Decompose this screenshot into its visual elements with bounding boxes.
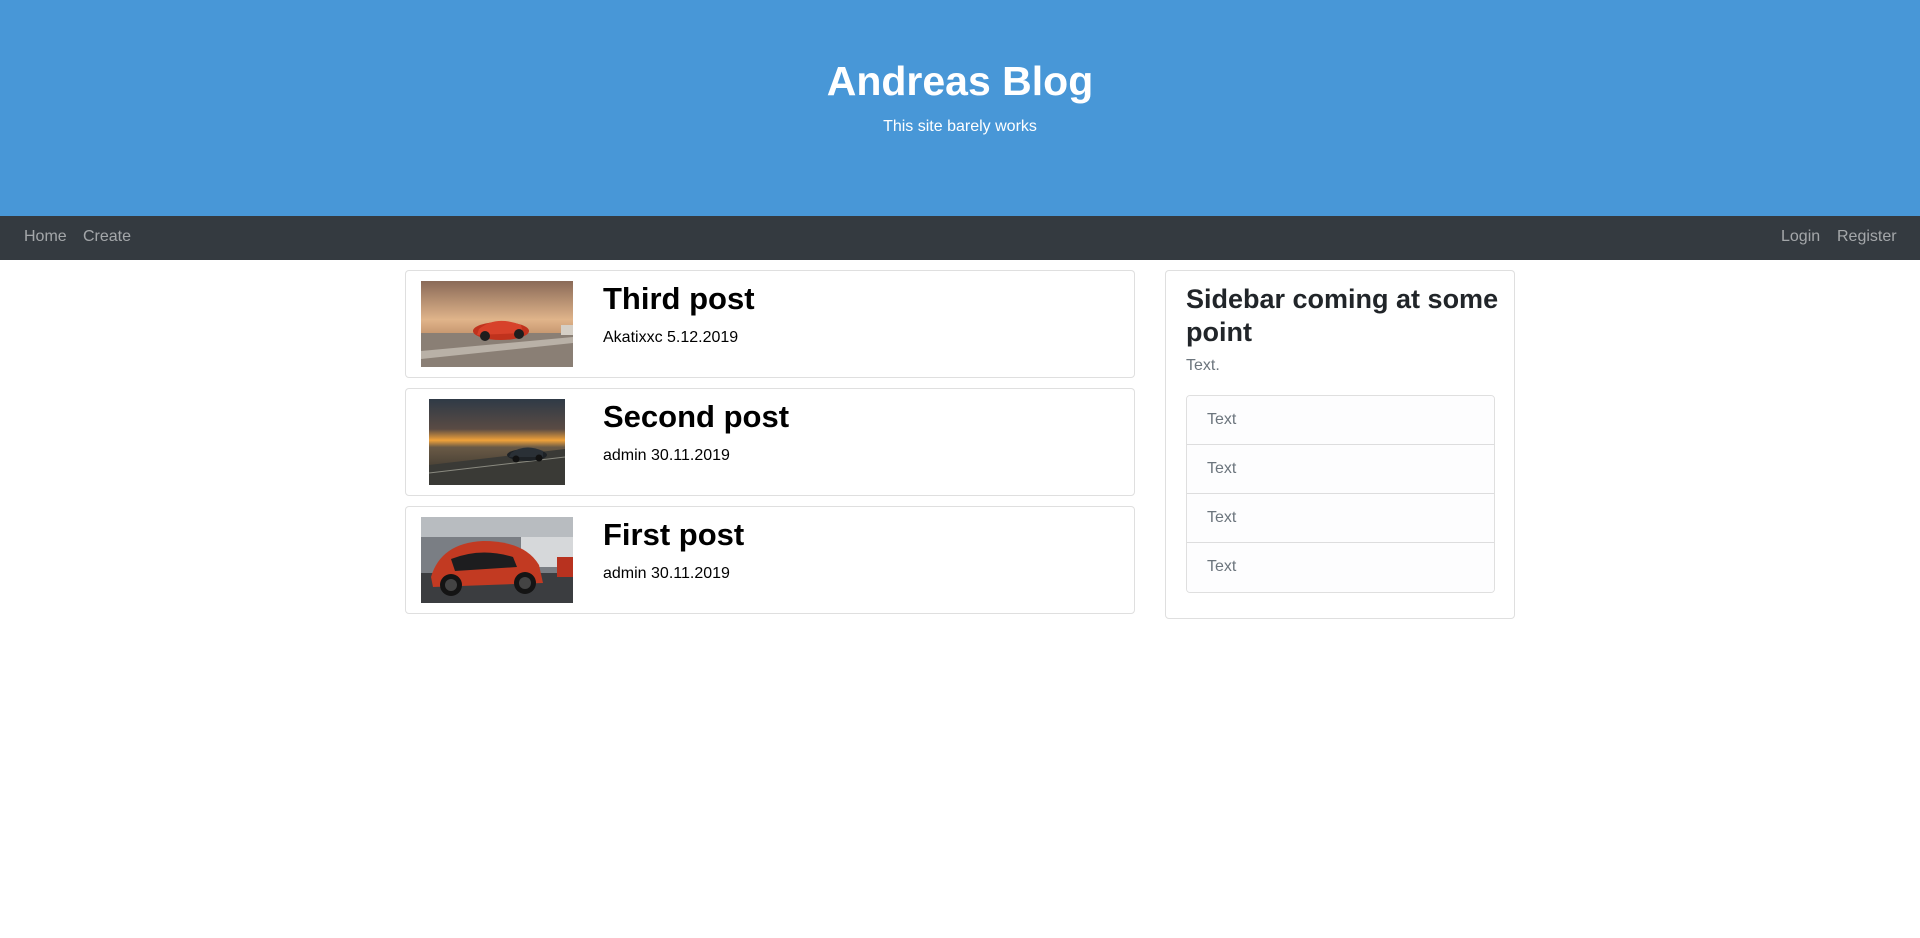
post-card-third[interactable]: Third post Akatixxc 5.12.2019 xyxy=(405,270,1135,378)
sidebar-text: Text. xyxy=(1186,357,1220,374)
post-title[interactable]: Second post xyxy=(603,399,789,435)
post-meta: admin 30.11.2019 xyxy=(603,447,730,464)
post-meta: Akatixxc 5.12.2019 xyxy=(603,329,739,346)
sidebar-list: Text Text Text Text xyxy=(1186,395,1495,593)
nav-register-link[interactable]: Register xyxy=(1837,228,1897,246)
sidebar-list-item[interactable]: Text xyxy=(1187,445,1494,494)
post-title[interactable]: Third post xyxy=(603,281,755,317)
post-title[interactable]: First post xyxy=(603,517,744,553)
post-thumbnail[interactable] xyxy=(421,281,573,367)
post-thumbnail[interactable] xyxy=(421,517,573,603)
sidebar-title: Sidebar coming at some point xyxy=(1186,284,1499,347)
sidebar-list-item[interactable]: Text xyxy=(1187,396,1494,445)
sidebar-list-item[interactable]: Text xyxy=(1187,543,1494,592)
main-navbar: Home Create Login Register xyxy=(0,216,1920,260)
post-thumbnail[interactable] xyxy=(429,399,565,485)
nav-create-link[interactable]: Create xyxy=(83,228,131,246)
sidebar-card: Sidebar coming at some point Text. Text … xyxy=(1165,270,1515,619)
post-card-first[interactable]: First post admin 30.11.2019 xyxy=(405,506,1135,614)
nav-home-link[interactable]: Home xyxy=(24,228,67,246)
site-header: Andreas Blog This site barely works xyxy=(0,0,1920,216)
nav-login-link[interactable]: Login xyxy=(1781,228,1820,246)
sidebar-list-item[interactable]: Text xyxy=(1187,494,1494,543)
site-subtitle: This site barely works xyxy=(883,118,1037,135)
post-meta: admin 30.11.2019 xyxy=(603,565,730,582)
post-card-second[interactable]: Second post admin 30.11.2019 xyxy=(405,388,1135,496)
site-title: Andreas Blog xyxy=(826,58,1094,104)
